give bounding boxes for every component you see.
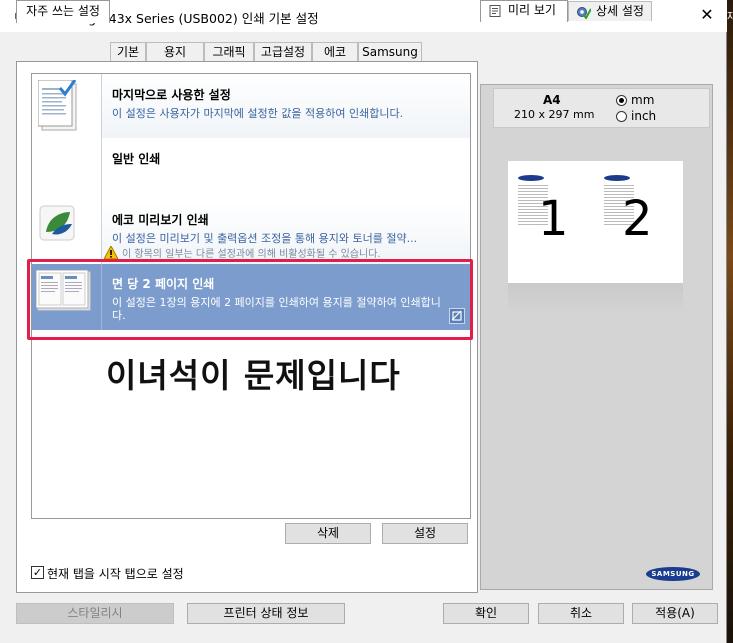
print-preferences-dialog: Samsung C43x Series (USB002) 인쇄 기본 설정 ✕ …	[0, 0, 727, 643]
eco-leaf-icon	[39, 205, 75, 241]
ok-button[interactable]: 확인	[443, 603, 529, 624]
unit-mm-label: mm	[631, 93, 655, 107]
tab-detail-settings[interactable]: 상세 설정	[568, 1, 652, 21]
preview-sheet-shadow	[508, 283, 683, 313]
item-name: 마지막으로 사용한 설정	[112, 88, 231, 102]
style-button[interactable]: 스타일리시	[16, 603, 174, 624]
unit-mm-radio[interactable]	[616, 95, 627, 106]
item-name: 일반 인쇄	[112, 152, 161, 166]
close-icon[interactable]: ✕	[697, 5, 717, 25]
tab-preview-label: 미리 보기	[508, 3, 556, 17]
item-name: 에코 미리보기 인쇄	[112, 213, 209, 227]
tab-basic[interactable]: 기본	[110, 42, 146, 61]
settings-button[interactable]: 설정	[382, 523, 468, 544]
tab-graphics[interactable]: 그래픽	[204, 42, 254, 61]
unit-inch-label: inch	[631, 109, 657, 123]
item-desc: 이 설정은 미리보기 및 출력옵션 조정을 통해 용지와 토너를 절약...	[112, 232, 418, 245]
printer-status-button[interactable]: 프린터 상태 정보	[187, 603, 345, 624]
cancel-button[interactable]: 취소	[538, 603, 624, 624]
mini-logo-right	[604, 175, 630, 181]
preview-page-icon	[489, 5, 501, 17]
paper-dimensions: 210 x 297 mm	[514, 108, 595, 121]
samsung-logo: SAMSUNG	[646, 567, 700, 581]
start-tab-checkbox-label: 현재 탭을 시작 탭으로 설정	[47, 567, 184, 581]
tab-paper[interactable]: 용지	[146, 42, 204, 61]
page-number-1: 1	[538, 191, 569, 247]
list-item-eco-preview[interactable]: 에코 미리보기 인쇄 이 설정은 미리보기 및 출력옵션 조정을 통해 용지와 …	[32, 202, 470, 266]
item-desc: 이 설정은 사용자가 마지막에 설정한 값을 적용하여 인쇄합니다.	[112, 107, 404, 120]
tab-samsung[interactable]: Samsung	[358, 42, 422, 61]
start-tab-checkbox[interactable]: ✓	[31, 566, 44, 579]
tab-eco[interactable]: 에코	[312, 42, 358, 61]
list-item-normal-print[interactable]: 일반 인쇄	[32, 138, 470, 202]
page-number-2: 2	[622, 191, 653, 247]
annotation-highlight-box	[27, 259, 473, 340]
tab-favorites[interactable]: 자주 쓰는 설정	[16, 0, 110, 23]
warning-icon	[104, 246, 118, 259]
preview-sheet: 1 2	[508, 161, 683, 283]
list-item-last-used[interactable]: 마지막으로 사용한 설정 이 설정은 사용자가 마지막에 설정한 값을 적용하여…	[32, 74, 470, 138]
tab-advanced[interactable]: 고급설정	[254, 42, 312, 61]
delete-button[interactable]: 삭제	[285, 523, 371, 544]
mini-logo-left	[518, 175, 544, 181]
gear-check-icon	[577, 7, 591, 19]
document-check-icon	[38, 80, 77, 131]
apply-button[interactable]: 적용(A)	[632, 603, 718, 624]
background-window-strip: 재	[727, 0, 733, 643]
preview-panel	[480, 84, 713, 590]
tab-detail-settings-label: 상세 설정	[596, 4, 644, 18]
unit-inch-radio[interactable]	[616, 111, 627, 122]
annotation-text: 이녀석이 문제입니다	[106, 356, 401, 395]
tab-preview[interactable]: 미리 보기	[480, 0, 568, 22]
paper-size-name: A4	[543, 93, 561, 107]
